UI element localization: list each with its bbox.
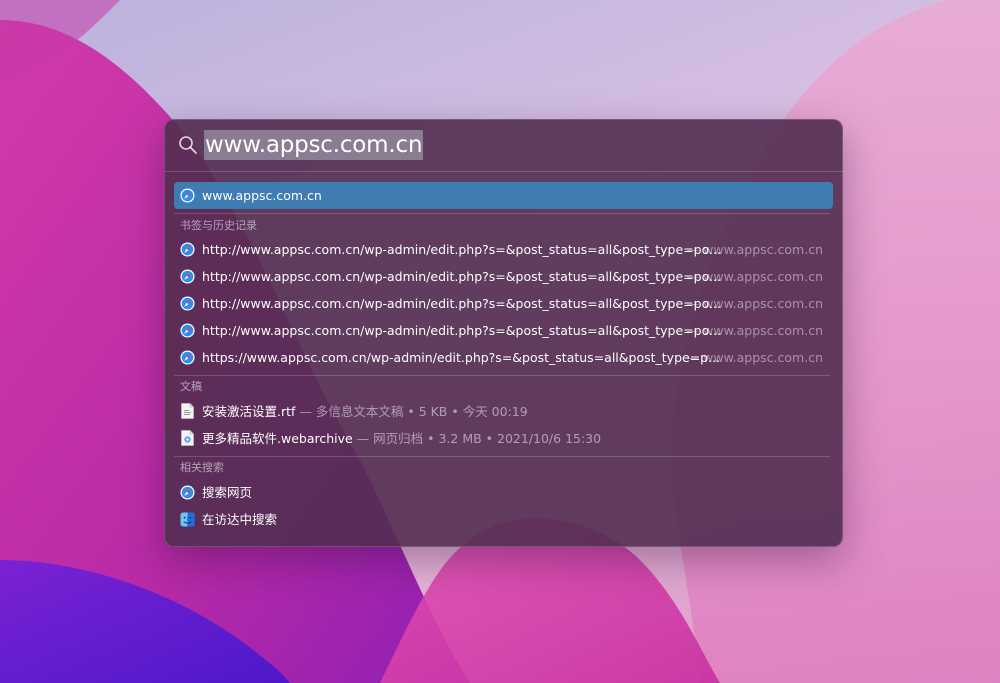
bookmark-title: http://www.appsc.com.cn/wp-admin/edit.ph…	[202, 323, 721, 338]
safari-icon	[180, 296, 195, 311]
related-row-search-web[interactable]: 搜索网页	[174, 479, 833, 506]
divider	[174, 456, 830, 457]
document-name: 更多精品软件.webarchive	[202, 431, 353, 446]
bookmark-title: http://www.appsc.com.cn/wp-admin/edit.ph…	[202, 242, 721, 257]
safari-icon	[180, 242, 195, 257]
bookmark-domain: — www.appsc.com.cn	[686, 269, 823, 284]
bookmark-title: https://www.appsc.com.cn/wp-admin/edit.p…	[202, 350, 721, 365]
bookmark-domain: — www.appsc.com.cn	[686, 350, 823, 365]
safari-icon	[180, 323, 195, 338]
search-input[interactable]: www.appsc.com.cn	[204, 130, 424, 160]
search-bar: www.appsc.com.cn	[164, 119, 843, 172]
related-label: 搜索网页	[202, 485, 253, 500]
section-title-documents: 文稿	[180, 380, 202, 393]
finder-icon	[180, 512, 195, 527]
bookmark-domain: — www.appsc.com.cn	[686, 323, 823, 338]
safari-icon	[180, 269, 195, 284]
rtf-document-icon	[181, 403, 194, 419]
document-title: 安装激活设置.rtf — 多信息文本文稿 • 5 KB • 今天 00:19	[202, 398, 528, 425]
document-title: 更多精品软件.webarchive — 网页归档 • 3.2 MB • 2021…	[202, 425, 601, 452]
spotlight-panel: www.appsc.com.cn www.appsc.com.cn 书签与历史记…	[164, 119, 843, 547]
bookmark-row[interactable]: https://www.appsc.com.cn/wp-admin/edit.p…	[174, 344, 833, 371]
bookmark-title: http://www.appsc.com.cn/wp-admin/edit.ph…	[202, 296, 721, 311]
safari-icon	[180, 188, 195, 203]
search-icon	[179, 136, 197, 154]
document-name: 安装激活设置.rtf	[202, 404, 296, 419]
section-title-bookmarks: 书签与历史记录	[180, 219, 257, 232]
related-label: 在访达中搜索	[202, 512, 278, 527]
bookmark-domain: — www.appsc.com.cn	[686, 242, 823, 257]
bookmark-row[interactable]: http://www.appsc.com.cn/wp-admin/edit.ph…	[174, 317, 833, 344]
section-title-related: 相关搜索	[180, 461, 224, 474]
divider	[174, 213, 830, 214]
desktop-wallpaper: www.appsc.com.cn www.appsc.com.cn 书签与历史记…	[0, 0, 1000, 683]
divider	[174, 375, 830, 376]
top-hit-label: www.appsc.com.cn	[202, 188, 322, 203]
document-row[interactable]: 更多精品软件.webarchive — 网页归档 • 3.2 MB • 2021…	[174, 425, 833, 452]
webarchive-document-icon	[181, 430, 194, 446]
safari-icon	[180, 350, 195, 365]
bookmark-domain: — www.appsc.com.cn	[686, 296, 823, 311]
document-meta: — 多信息文本文稿 • 5 KB • 今天 00:19	[295, 404, 528, 419]
related-row-search-finder[interactable]: 在访达中搜索	[174, 506, 833, 533]
document-row[interactable]: 安装激活设置.rtf — 多信息文本文稿 • 5 KB • 今天 00:19	[174, 398, 833, 425]
bookmark-row[interactable]: http://www.appsc.com.cn/wp-admin/edit.ph…	[174, 263, 833, 290]
document-meta: — 网页归档 • 3.2 MB • 2021/10/6 15:30	[352, 431, 602, 446]
bookmark-row[interactable]: http://www.appsc.com.cn/wp-admin/edit.ph…	[174, 236, 833, 263]
bookmark-row[interactable]: http://www.appsc.com.cn/wp-admin/edit.ph…	[174, 290, 833, 317]
safari-icon	[180, 485, 195, 500]
bookmark-title: http://www.appsc.com.cn/wp-admin/edit.ph…	[202, 269, 721, 284]
top-hit-row[interactable]: www.appsc.com.cn	[174, 182, 833, 209]
